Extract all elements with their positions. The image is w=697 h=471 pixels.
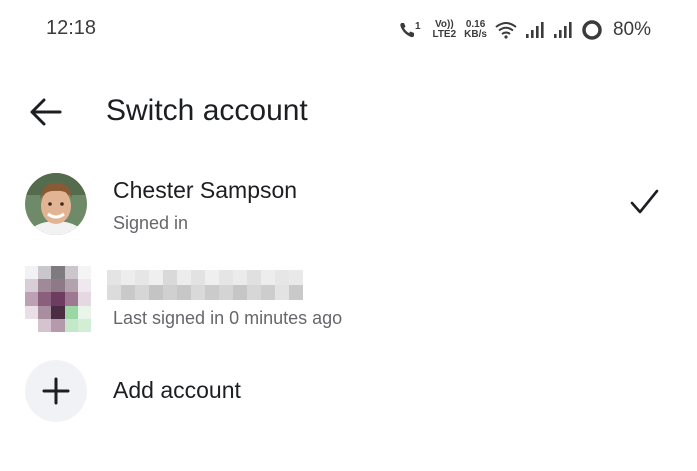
account-row-other[interactable]: Last signed in 0 minutes ago — [0, 260, 697, 340]
battery-percent: 80% — [612, 19, 651, 40]
volte-bottom: LTE2 — [432, 29, 457, 40]
volte-icon: Vo)) LTE2 — [432, 20, 456, 40]
plus-icon — [42, 377, 70, 405]
checkmark-icon — [628, 186, 660, 218]
battery-ring-icon — [581, 19, 603, 41]
add-account-label[interactable]: Add account — [113, 377, 241, 404]
account-status: Last signed in 0 minutes ago — [113, 308, 343, 328]
wifi-calling-icon: 1 — [398, 20, 424, 40]
status-bar: 12:18 1 Vo)) LTE2 0.16 KB/s 80% — [0, 0, 697, 60]
account-name-obscured — [107, 270, 303, 300]
account-name: Chester Sampson — [113, 177, 298, 203]
arrow-left-icon — [30, 98, 62, 126]
header: Switch account — [0, 86, 697, 136]
speed-unit: KB/s — [464, 29, 487, 40]
avatar — [25, 173, 87, 235]
page-title: Switch account — [106, 94, 308, 127]
status-icons: 1 Vo)) LTE2 0.16 KB/s 80% — [398, 16, 651, 44]
account-row-active[interactable]: Chester Sampson Signed in — [0, 164, 697, 244]
signal-icon-2 — [553, 21, 573, 39]
back-button[interactable] — [26, 92, 66, 132]
network-speed: 0.16 KB/s — [464, 20, 487, 40]
avatar-obscured — [25, 266, 91, 332]
wifi-icon — [495, 21, 517, 39]
status-time: 12:18 — [46, 17, 97, 39]
signal-icon-1 — [525, 21, 545, 39]
account-status: Signed in — [113, 213, 189, 233]
call-sim-number: 1 — [415, 21, 421, 32]
add-account-button[interactable] — [25, 360, 87, 422]
